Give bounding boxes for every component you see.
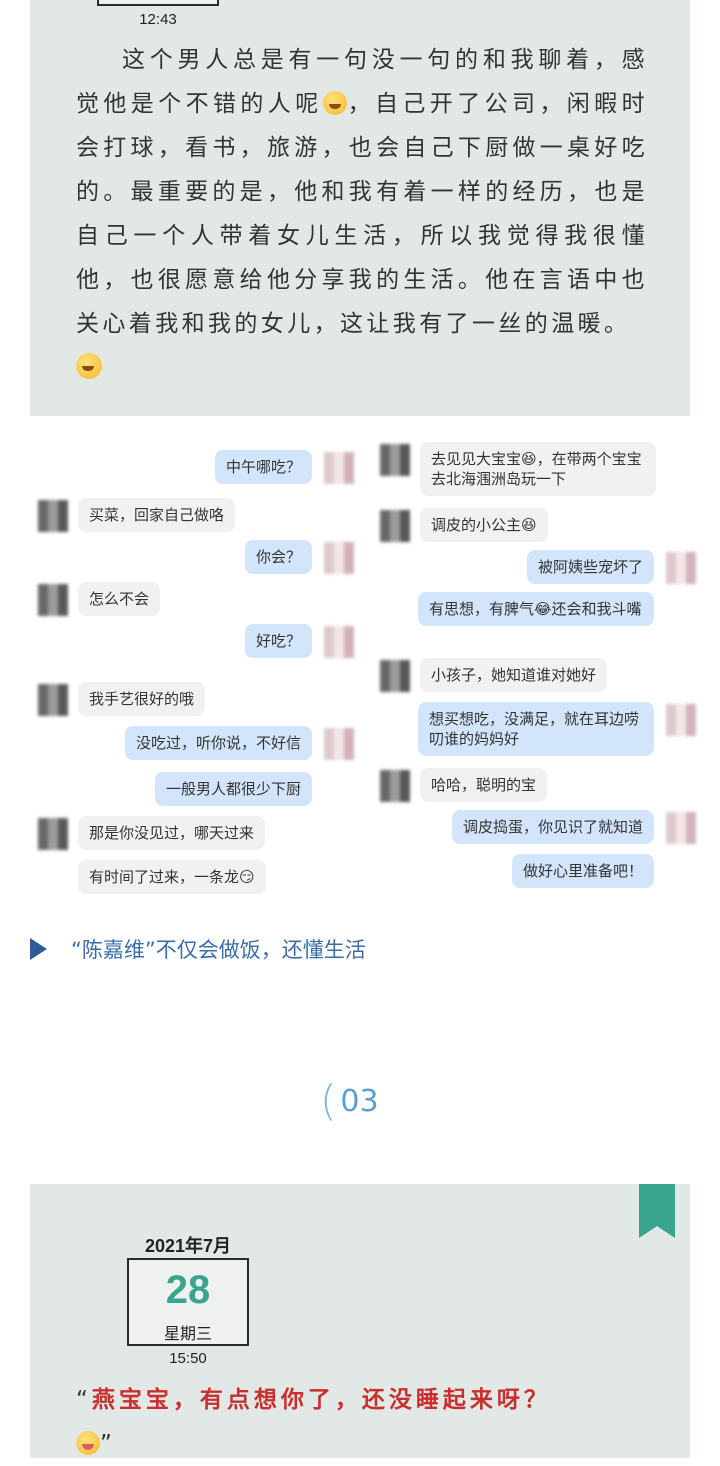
chat-bubble-received: 哈哈，聪明的宝 — [420, 768, 548, 802]
avatar — [324, 452, 354, 484]
chat-message: 买菜，回家自己做咯 — [78, 498, 236, 532]
chat-message: 怎么不会 — [78, 582, 161, 616]
chat-message: 我手艺很好的哦 — [78, 682, 206, 716]
chat-message: 没吃过，听你说，不好信 — [124, 726, 312, 760]
calendar-day: 28 — [165, 1268, 211, 1312]
quote-open-mark: “ — [76, 1387, 92, 1413]
avatar — [38, 684, 68, 716]
avatar — [38, 500, 68, 532]
avatar — [380, 510, 410, 542]
chat-message: 被阿姨些宠坏了 — [526, 550, 654, 584]
chat-bubble-sent: 被阿姨些宠坏了 — [526, 550, 654, 584]
avatar — [666, 812, 696, 844]
avatar — [380, 444, 410, 476]
chat-screenshot-left: 中午哪吃？ 买菜，回家自己做咯 你会？ 怎么不会好吃？ 我手艺很好的哦没吃过，听你说，不… — [30, 430, 360, 910]
avatar — [666, 552, 696, 584]
chat-bubble-received: 去见见大宝宝😆，在带两个宝宝去北海涠洲岛玩一下 — [420, 442, 656, 496]
chat-message: 有思想，有脾气😂还会和我斗嘴 — [418, 592, 654, 626]
chat-message: 做好心里准备吧！ — [511, 854, 654, 888]
story-text-part-2: ，自己开了公司，闲暇时会打球，看书，旅游，也会自己下厨做一桌好吃的。最重要的是，… — [76, 91, 648, 337]
chat-bubble-received: 调皮的小公主😆 — [420, 508, 548, 542]
chat-bubble-received: 怎么不会 — [78, 582, 161, 616]
calendar-weekday: 星期三 — [163, 1324, 212, 1343]
chat-bubble-sent: 中午哪吃？ — [214, 450, 312, 484]
chat-message: 调皮的小公主😆 — [420, 508, 548, 542]
date-box-top — [97, 0, 219, 6]
chat-bubble-sent: 调皮捣蛋，你见识了就知道 — [451, 810, 654, 844]
chat-bubble-received: 有时间了过来，一条龙😏 — [78, 860, 266, 894]
caption-text: “陈嘉维”不仅会做饭，还懂生活 — [71, 938, 366, 962]
avatar — [380, 770, 410, 802]
smiling-emoji-icon — [76, 353, 102, 379]
chat-bubble-received: 买菜，回家自己做咯 — [78, 498, 236, 532]
grinning-emoji-icon — [322, 91, 347, 115]
chat-bubble-sent: 想买想吃，没满足，就在耳边唠叨谁的妈妈好 — [418, 702, 654, 756]
avatar — [380, 660, 410, 692]
chat-bubble-sent: 一般男人都很少下厨 — [154, 772, 312, 806]
quote-body: 燕宝宝，有点想你了，还没睡起来呀？ — [91, 1387, 551, 1413]
chat-message: 想买想吃，没满足，就在耳边唠叨谁的妈妈好 — [418, 702, 654, 756]
chat-message: 调皮捣蛋，你见识了就知道 — [451, 810, 654, 844]
avatar — [324, 542, 354, 574]
avatar — [324, 728, 354, 760]
quote-close-mark: ” — [100, 1431, 116, 1457]
chat-bubble-received: 小孩子，她知道谁对她好 — [420, 658, 608, 692]
chat-bubble-sent: 没吃过，听你说，不好信 — [124, 726, 312, 760]
chat-message: 去见见大宝宝😆，在带两个宝宝去北海涠洲岛玩一下 — [420, 442, 656, 496]
chat-message: 哈哈，聪明的宝 — [420, 768, 548, 802]
chat-message: 那是你没见过，哪天过来 — [78, 816, 266, 850]
chat-bubble-sent: 做好心里准备吧！ — [511, 854, 654, 888]
section-number: ( 03 — [320, 1080, 379, 1122]
story-paragraph: 这个男人总是有一句没一句的和我聊着，感觉他是个不错的人呢 ，自己开了公司，闲暇时会… — [76, 38, 648, 390]
timestamp-bottom: 15:50 — [169, 1350, 207, 1367]
chat-message: 有时间了过来，一条龙😏 — [78, 860, 266, 894]
avatar — [324, 626, 354, 658]
calendar-month: 2021年7月 — [144, 1236, 232, 1256]
chat-bubble-received: 我手艺很好的哦 — [78, 682, 206, 716]
chat-message: 小孩子，她知道谁对她好 — [420, 658, 608, 692]
chat-bubble-sent: 有思想，有脾气😂还会和我斗嘴 — [418, 592, 654, 626]
section-caption: “陈嘉维”不仅会做饭，还懂生活 — [30, 934, 366, 964]
avatar — [38, 818, 68, 850]
play-triangle-icon — [30, 938, 47, 960]
avatar — [666, 704, 696, 736]
section-number-text: 03 — [340, 1083, 379, 1119]
bracket-decoration-icon: ( — [320, 1076, 337, 1125]
chat-bubble-sent: 好吃？ — [244, 624, 312, 658]
tongue-emoji-icon — [76, 1431, 100, 1455]
chat-message: 中午哪吃？ — [214, 450, 312, 484]
avatar — [38, 584, 68, 616]
chat-message: 一般男人都很少下厨 — [154, 772, 312, 806]
chat-message: 好吃？ — [244, 624, 312, 658]
quote-text: “燕宝宝，有点想你了，还没睡起来呀？ ” — [76, 1378, 656, 1466]
chat-bubble-sent: 你会？ — [244, 540, 312, 574]
chat-message: 你会？ — [244, 540, 312, 574]
chat-screenshot-right: 去见见大宝宝😆，在带两个宝宝去北海涠洲岛玩一下调皮的小公主😆 被阿姨些宠坏了有思想… — [372, 430, 702, 910]
timestamp-top: 12:43 — [139, 11, 177, 28]
chat-bubble-received: 那是你没见过，哪天过来 — [78, 816, 266, 850]
